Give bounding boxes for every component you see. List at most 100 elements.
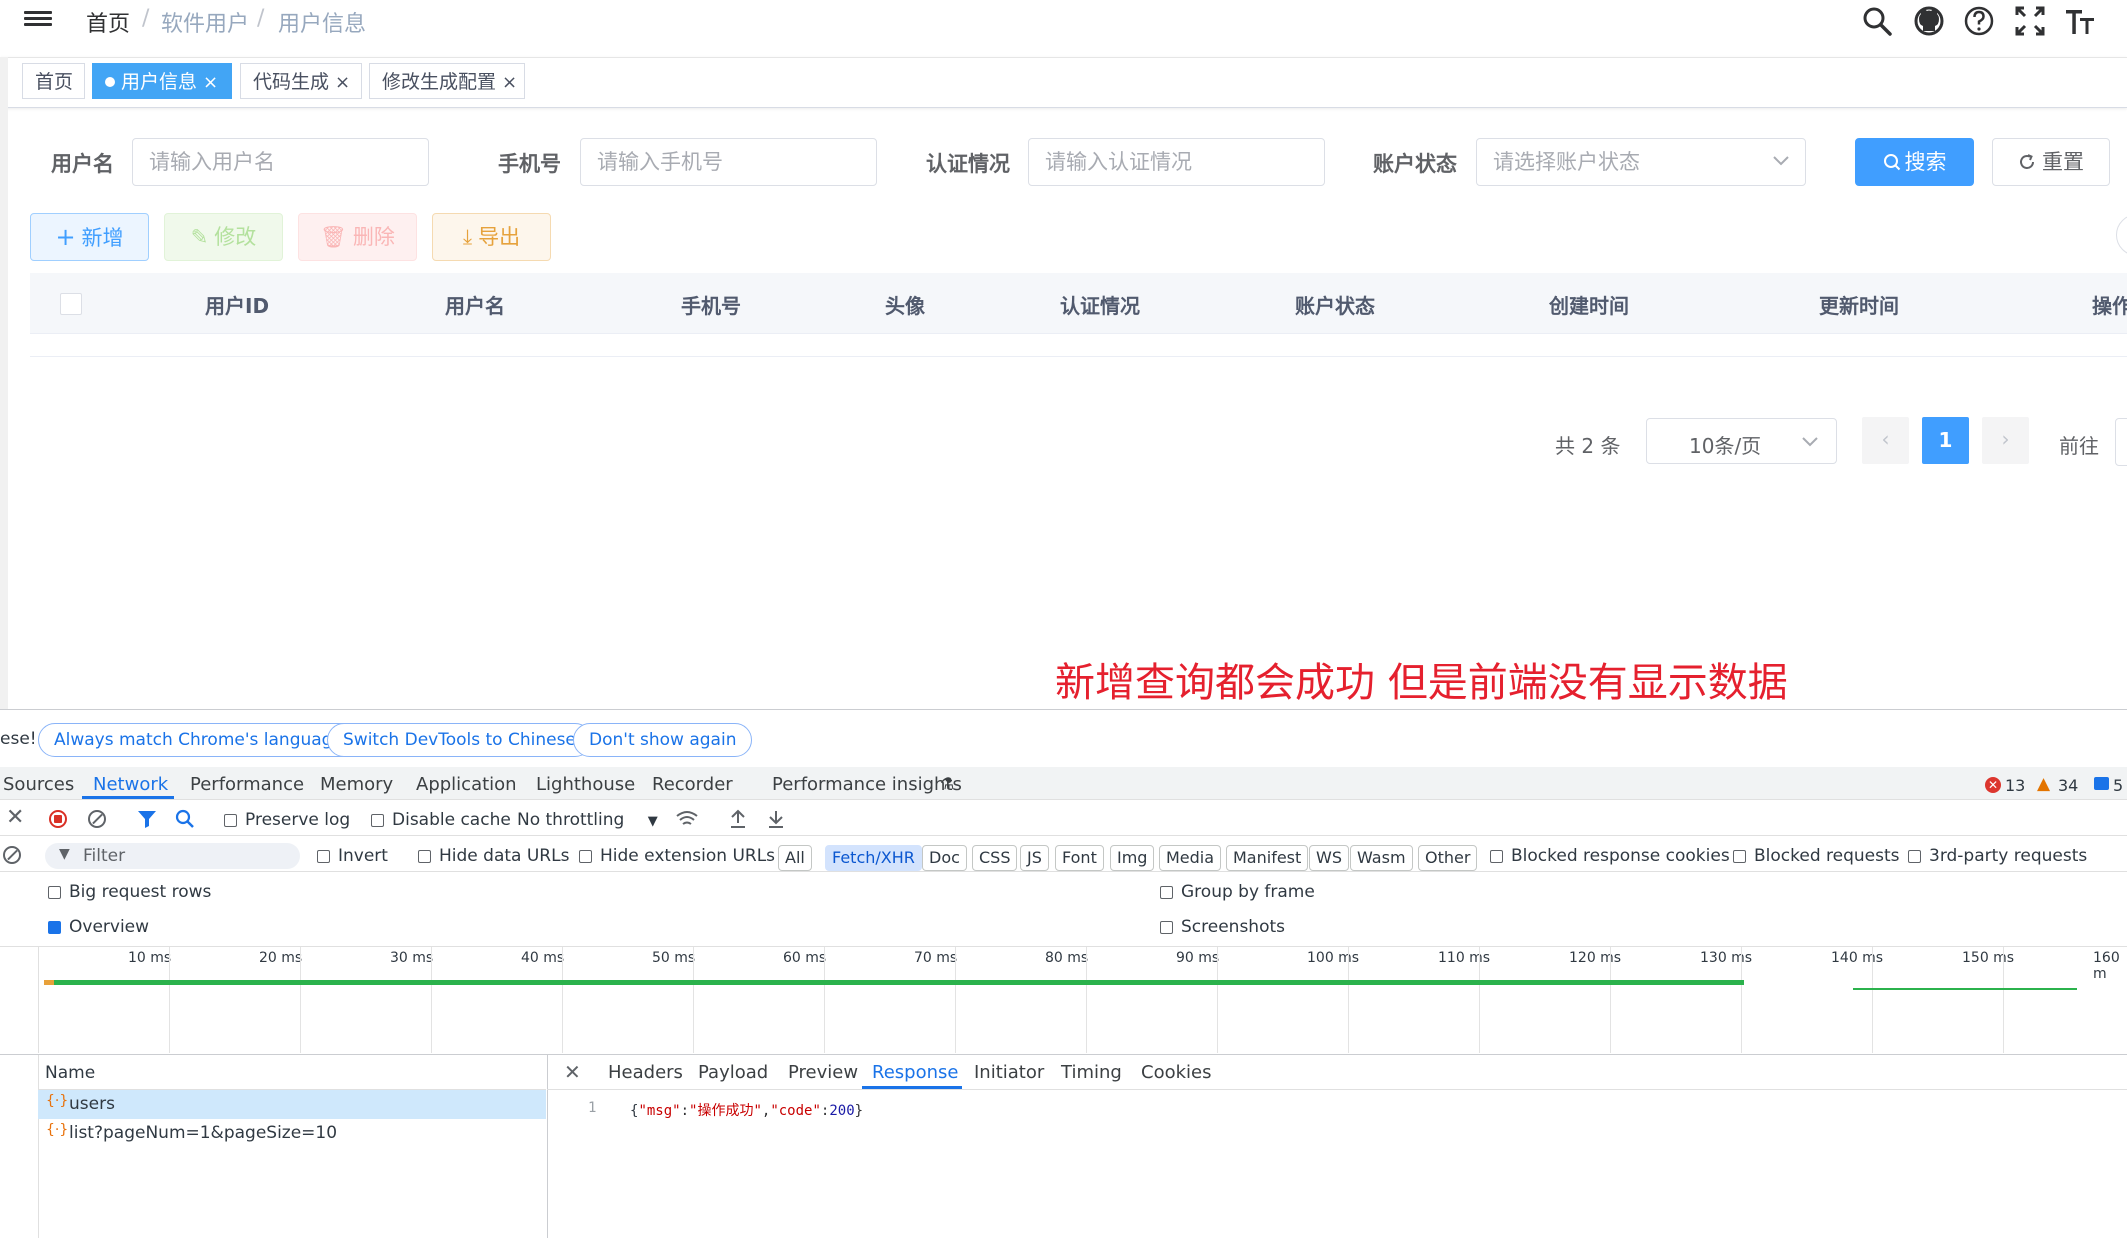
response-tab[interactable]: Timing: [1061, 1062, 1122, 1083]
type-filter-chip[interactable]: WS: [1309, 845, 1349, 871]
hide-data-urls-checkbox[interactable]: Hide data URLs: [418, 846, 569, 866]
search-icon[interactable]: [175, 809, 195, 829]
close-drawer-icon[interactable]: ✕: [6, 805, 24, 830]
breadcrumb-software-users[interactable]: 软件用户: [161, 6, 249, 38]
page-size-select[interactable]: 10条/页: [1646, 418, 1837, 464]
tag-label: 用户信息: [121, 71, 198, 93]
fullscreen-icon[interactable]: [2013, 4, 2047, 38]
tag-edit-gen-config[interactable]: 修改生成配置 ×: [369, 63, 525, 99]
third-party-requests-checkbox[interactable]: 3rd-party requests: [1908, 846, 2087, 866]
add-button[interactable]: + 新增: [30, 213, 149, 261]
third-party-requests-label: 3rd-party requests: [1929, 846, 2088, 866]
type-filter-chip[interactable]: Other: [1418, 845, 1478, 871]
import-har-icon[interactable]: [729, 809, 747, 829]
block-icon[interactable]: [3, 846, 21, 864]
type-filter-chip[interactable]: CSS: [972, 845, 1018, 871]
tab-sources[interactable]: Sources: [3, 774, 74, 795]
response-tab[interactable]: Response: [872, 1062, 958, 1083]
overview-checkbox[interactable]: Overview: [48, 917, 149, 937]
type-filter-chip[interactable]: Fetch/XHR: [825, 845, 922, 871]
type-filter-chip[interactable]: Font: [1055, 845, 1104, 871]
auth-input[interactable]: [1028, 138, 1325, 186]
tag-user-info[interactable]: 用户信息 ×: [92, 63, 232, 99]
blocked-cookies-checkbox[interactable]: Blocked response cookies: [1490, 846, 1730, 866]
username-input[interactable]: [132, 138, 429, 186]
tag-code-gen[interactable]: 代码生成 ×: [240, 63, 362, 99]
tab-application[interactable]: Application: [416, 774, 517, 795]
message-count[interactable]: 5: [2113, 776, 2123, 795]
switch-devtools-chinese-button[interactable]: Switch DevTools to Chinese: [327, 723, 592, 757]
tab-performance-insights[interactable]: Performance insights: [772, 774, 962, 795]
delete-button-label: 删除: [352, 225, 395, 249]
close-icon[interactable]: ×: [335, 72, 350, 93]
type-filter-chip[interactable]: Media: [1159, 845, 1222, 871]
hide-extension-urls-checkbox[interactable]: Hide extension URLs: [579, 846, 775, 866]
tab-performance[interactable]: Performance: [190, 774, 304, 795]
tab-lighthouse[interactable]: Lighthouse: [536, 774, 635, 795]
throttling-select[interactable]: No throttling ▼: [517, 810, 658, 830]
response-tab[interactable]: Initiator: [974, 1062, 1044, 1083]
preserve-log-checkbox[interactable]: Preserve log: [224, 810, 350, 830]
response-tab[interactable]: Cookies: [1141, 1062, 1211, 1083]
invert-checkbox[interactable]: Invert: [317, 846, 388, 866]
edit-button[interactable]: ✎ 修改: [164, 213, 283, 261]
help-question-icon[interactable]: [1962, 4, 1996, 38]
hamburger-menu-icon[interactable]: [24, 8, 52, 32]
scrollbar-track[interactable]: [0, 57, 8, 709]
always-match-language-button[interactable]: Always match Chrome's language: [38, 723, 359, 757]
type-filter-chip[interactable]: JS: [1020, 845, 1049, 871]
breadcrumb-home[interactable]: 首页: [86, 6, 130, 38]
close-details-icon[interactable]: ✕: [564, 1060, 581, 1084]
phone-input[interactable]: [580, 138, 877, 186]
toolbar-right-circle-button[interactable]: [2116, 214, 2127, 256]
font-size-icon[interactable]: [2063, 4, 2097, 38]
dont-show-again-button[interactable]: Don't show again: [573, 723, 753, 757]
filter-funnel-icon[interactable]: [137, 809, 157, 829]
next-page-button[interactable]: ›: [1982, 417, 2029, 464]
group-by-frame-checkbox[interactable]: Group by frame: [1160, 882, 1315, 902]
goto-page-input[interactable]: [2115, 418, 2127, 466]
type-filter-chip[interactable]: Doc: [922, 845, 967, 871]
type-filter-chip[interactable]: All: [778, 845, 812, 871]
prev-page-button[interactable]: ‹: [1862, 417, 1909, 464]
account-status-label: 账户状态: [1373, 152, 1457, 176]
search-icon[interactable]: [1860, 4, 1894, 38]
type-filter-chip[interactable]: Manifest: [1226, 845, 1309, 871]
network-conditions-icon[interactable]: [675, 810, 699, 828]
big-request-rows-checkbox[interactable]: Big request rows: [48, 882, 211, 902]
type-filter-chip[interactable]: Wasm: [1350, 845, 1413, 871]
select-all-checkbox[interactable]: [60, 293, 82, 315]
export-button[interactable]: ⤓ 导出: [432, 213, 551, 261]
request-row-users[interactable]: {·} users: [38, 1090, 546, 1119]
refresh-icon: [2020, 154, 2034, 169]
tab-network[interactable]: Network: [93, 774, 168, 795]
tab-recorder[interactable]: Recorder: [652, 774, 733, 795]
delete-button[interactable]: 🗑 删除: [298, 213, 417, 261]
request-row-list[interactable]: {·} list?pageNum=1&pageSize=10: [38, 1119, 546, 1148]
tag-home[interactable]: 首页: [22, 63, 85, 99]
type-filter-chip[interactable]: Img: [1110, 845, 1155, 871]
search-button[interactable]: 搜索: [1855, 138, 1974, 186]
response-tab[interactable]: Payload: [698, 1062, 768, 1083]
account-status-select[interactable]: 请选择账户状态: [1476, 138, 1806, 186]
disable-cache-checkbox[interactable]: Disable cache: [371, 810, 511, 830]
current-page-button[interactable]: 1: [1922, 417, 1969, 464]
blocked-requests-checkbox[interactable]: Blocked requests: [1733, 846, 1900, 866]
screenshots-checkbox[interactable]: Screenshots: [1160, 917, 1285, 937]
close-icon[interactable]: ×: [203, 72, 218, 93]
error-count[interactable]: 13: [2005, 776, 2025, 795]
response-tab[interactable]: Preview: [788, 1062, 858, 1083]
record-stop-icon[interactable]: [49, 810, 67, 828]
timeline-waterfall-start: [44, 980, 54, 985]
clear-icon[interactable]: [88, 810, 106, 828]
checkbox-box: [317, 850, 330, 863]
tab-memory[interactable]: Memory: [320, 774, 393, 795]
name-column-header[interactable]: Name: [45, 1063, 95, 1083]
response-tab[interactable]: Headers: [608, 1062, 683, 1083]
filter-input[interactable]: ▼ Filter: [45, 843, 300, 869]
reset-button[interactable]: 重置: [1992, 138, 2110, 186]
export-har-icon[interactable]: [767, 809, 785, 829]
github-icon[interactable]: [1912, 4, 1946, 38]
close-icon[interactable]: ×: [502, 72, 517, 93]
warning-count[interactable]: 34: [2058, 776, 2078, 795]
